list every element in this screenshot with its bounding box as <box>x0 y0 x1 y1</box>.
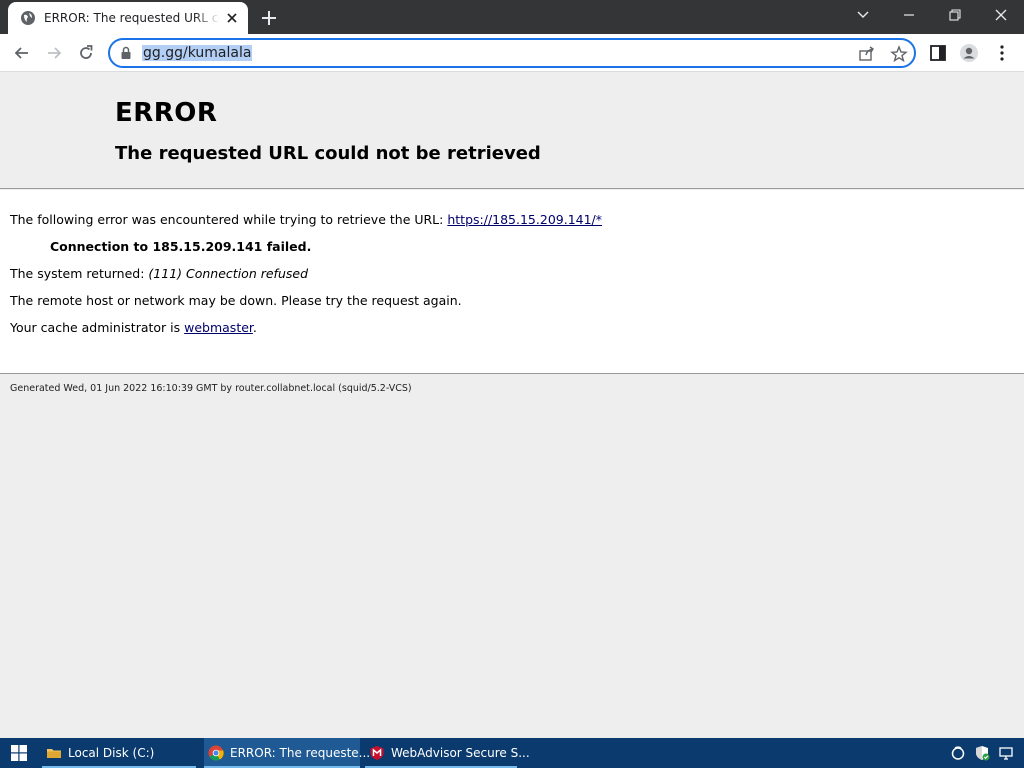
cache-admin-line: Your cache administrator is webmaster. <box>10 320 257 335</box>
start-button[interactable] <box>0 738 38 768</box>
tray-circle-icon[interactable] <box>950 745 966 761</box>
profile-avatar-icon[interactable] <box>959 43 979 63</box>
restore-icon <box>949 9 961 21</box>
error-url-line: The following error was encountered whil… <box>10 212 602 227</box>
forward-button[interactable] <box>40 40 68 66</box>
tab-title: ERROR: The requested URL could not be re… <box>44 11 220 25</box>
browser-titlebar: ERROR: The requested URL could not be re… <box>0 0 1024 34</box>
back-button[interactable] <box>8 40 36 66</box>
system-returned-line: The system returned: (111) Connection re… <box>10 266 308 281</box>
chevron-down-icon <box>857 11 869 18</box>
more-menu-icon[interactable] <box>992 43 1012 63</box>
error-heading: ERROR <box>115 98 218 128</box>
lock-icon[interactable] <box>120 46 132 60</box>
tab-search-button[interactable] <box>840 0 886 30</box>
url-text[interactable]: gg.gg/kumalala <box>142 45 253 61</box>
cache-admin-prefix: Your cache administrator is <box>10 320 185 335</box>
restore-button[interactable] <box>932 0 978 30</box>
browser-toolbar: gg.gg/kumalala <box>0 34 1024 72</box>
browser-tab-active[interactable]: ERROR: The requested URL could not be re… <box>8 2 248 34</box>
error-subheading: The requested URL could not be retrieved <box>115 143 541 164</box>
remote-host-text: The remote host or network may be down. … <box>10 293 462 308</box>
close-tab-icon[interactable] <box>224 10 240 26</box>
webmaster-link[interactable]: webmaster <box>184 320 253 335</box>
arrow-right-icon <box>48 47 62 59</box>
minimize-button[interactable] <box>886 0 932 30</box>
mcafee-icon <box>370 746 384 760</box>
new-tab-icon[interactable] <box>258 7 280 29</box>
reload-icon <box>80 45 93 59</box>
minimize-icon <box>904 14 914 16</box>
close-window-button[interactable] <box>978 0 1024 30</box>
page-content: ERROR The requested URL could not be ret… <box>0 72 1024 738</box>
network-icon[interactable] <box>998 745 1014 761</box>
star-icon[interactable] <box>890 45 908 63</box>
error-body: The following error was encountered whil… <box>0 190 1024 374</box>
side-panel-icon[interactable] <box>928 43 948 63</box>
taskbar-item-label: Local Disk (C:) <box>68 746 155 760</box>
error-url-text: The following error was encountered whil… <box>10 212 448 227</box>
windows-logo-icon <box>11 745 27 761</box>
error-header: ERROR The requested URL could not be ret… <box>0 72 1024 189</box>
taskbar-item-label: ERROR: The requeste... <box>230 746 371 760</box>
taskbar-item-chrome[interactable]: ERROR: The requeste... <box>204 738 370 768</box>
reload-button[interactable] <box>72 40 100 66</box>
address-bar[interactable]: gg.gg/kumalala <box>108 38 916 68</box>
taskbar-item-label: WebAdvisor Secure S... <box>391 746 530 760</box>
system-returned-prefix: The system returned: <box>10 266 149 281</box>
taskbar-item-local-disk[interactable]: Local Disk (C:) <box>42 738 196 768</box>
chrome-icon <box>208 745 224 761</box>
error-url-link[interactable]: https://185.15.209.141/* <box>447 212 602 227</box>
system-returned-detail: (111) Connection refused <box>148 266 308 281</box>
generated-footer: Generated Wed, 01 Jun 2022 16:10:39 GMT … <box>10 383 412 394</box>
arrow-left-icon <box>14 47 28 59</box>
share-icon[interactable] <box>858 45 876 63</box>
windows-taskbar: Local Disk (C:) ERROR: The requeste... W… <box>0 738 1024 768</box>
close-icon <box>995 9 1007 21</box>
globe-icon <box>21 11 35 25</box>
taskbar-item-webadvisor[interactable]: WebAdvisor Secure S... <box>365 738 530 768</box>
cache-admin-suffix: . <box>252 320 257 335</box>
connection-failed-text: Connection to 185.15.209.141 failed. <box>50 239 312 254</box>
security-shield-icon[interactable] <box>974 745 990 761</box>
folder-icon <box>47 749 61 758</box>
